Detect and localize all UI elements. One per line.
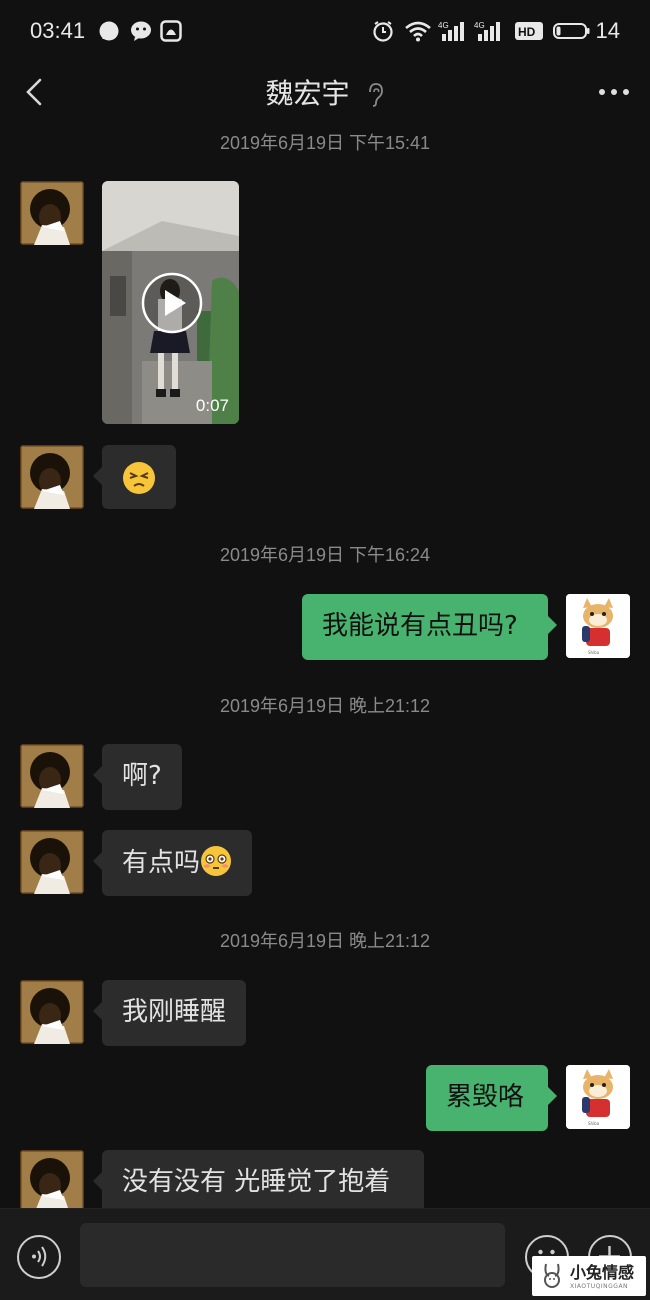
status-time: 03:41 <box>30 18 86 43</box>
more-icon[interactable] <box>596 78 632 106</box>
svg-text:4G: 4G <box>474 21 485 30</box>
ear-icon <box>369 83 384 107</box>
message-timestamp: 2019年6月19日 下午15:41 <box>219 133 431 153</box>
svg-text:Shiba: Shiba <box>588 1121 600 1126</box>
avatar-image <box>20 1150 84 1214</box>
message-bubble-other[interactable]: 有点吗 <box>92 830 253 896</box>
svg-text:HD: HD <box>518 25 536 39</box>
chat-title: 魏宏宇 <box>265 77 350 110</box>
avatar-image: Shiba <box>566 594 630 658</box>
watermark-logo: 小兔情感 XIAOTUQINGGAN <box>532 1256 646 1296</box>
chat-header: 魏宏宇 <box>0 64 650 120</box>
avatar-image <box>20 744 84 808</box>
message-bubble-other[interactable] <box>93 445 176 509</box>
avatar-image <box>20 181 84 245</box>
play-icon[interactable] <box>140 271 204 335</box>
message-bubble-self[interactable]: 累毁咯 <box>426 1065 557 1131</box>
hd-icon: HD <box>515 22 543 40</box>
message-text: 有点吗 <box>122 848 201 878</box>
flushed-face-emoji-icon <box>201 846 232 876</box>
svg-text:Shiba: Shiba <box>588 650 600 655</box>
voice-icon <box>32 1246 47 1267</box>
watermark-title: 小兔情感 <box>570 1263 635 1282</box>
message-timestamp: 2019年6月19日 晚上21:12 <box>219 696 431 716</box>
user-avatar[interactable]: Shiba <box>566 594 630 658</box>
contact-avatar[interactable] <box>20 744 84 808</box>
video-duration: 0:07 <box>195 396 229 415</box>
snapchat-icon <box>160 20 182 42</box>
wechat-icon <box>131 21 151 41</box>
contact-avatar[interactable] <box>20 181 84 245</box>
battery-level: 14 <box>595 18 620 43</box>
avatar-image <box>20 445 84 509</box>
avatar-image: Shiba <box>566 1065 630 1129</box>
signal-4g-icon: 4G <box>474 21 500 41</box>
contact-avatar[interactable] <box>20 1150 84 1214</box>
avatar-image <box>20 830 84 894</box>
watermark-subtitle: XIAOTUQINGGAN <box>570 1283 629 1290</box>
message-input[interactable] <box>80 1223 505 1287</box>
status-bar: 03:41 4G 4G HD 14 <box>0 0 650 64</box>
message-timestamp: 2019年6月19日 下午16:24 <box>219 545 431 565</box>
voice-button[interactable] <box>17 1235 61 1279</box>
battery-icon <box>553 23 590 39</box>
contact-avatar[interactable] <box>20 980 84 1044</box>
rabbit-logo-icon <box>544 1263 560 1288</box>
svg-text:4G: 4G <box>438 21 449 30</box>
wifi-icon <box>405 21 431 42</box>
video-message[interactable]: 0:07 <box>102 181 239 424</box>
message-bubble-icon <box>99 21 119 41</box>
avatar-image <box>20 980 84 1044</box>
message-bubble-other[interactable]: 没有没有 光睡觉了抱着 <box>93 1150 424 1216</box>
contact-avatar[interactable] <box>20 830 84 894</box>
message-bubble-self[interactable]: 我能说有点丑吗? <box>302 594 557 660</box>
alarm-icon <box>373 21 393 42</box>
message-bubble-other[interactable]: 啊? <box>93 744 182 810</box>
contact-avatar[interactable] <box>20 445 84 509</box>
signal-4g-icon: 4G <box>438 21 464 41</box>
annoyed-face-emoji-icon <box>123 462 155 494</box>
user-avatar[interactable]: Shiba <box>566 1065 630 1129</box>
message-timestamp: 2019年6月19日 晚上21:12 <box>219 931 431 951</box>
message-bubble-other[interactable]: 我刚睡醒 <box>92 980 247 1046</box>
